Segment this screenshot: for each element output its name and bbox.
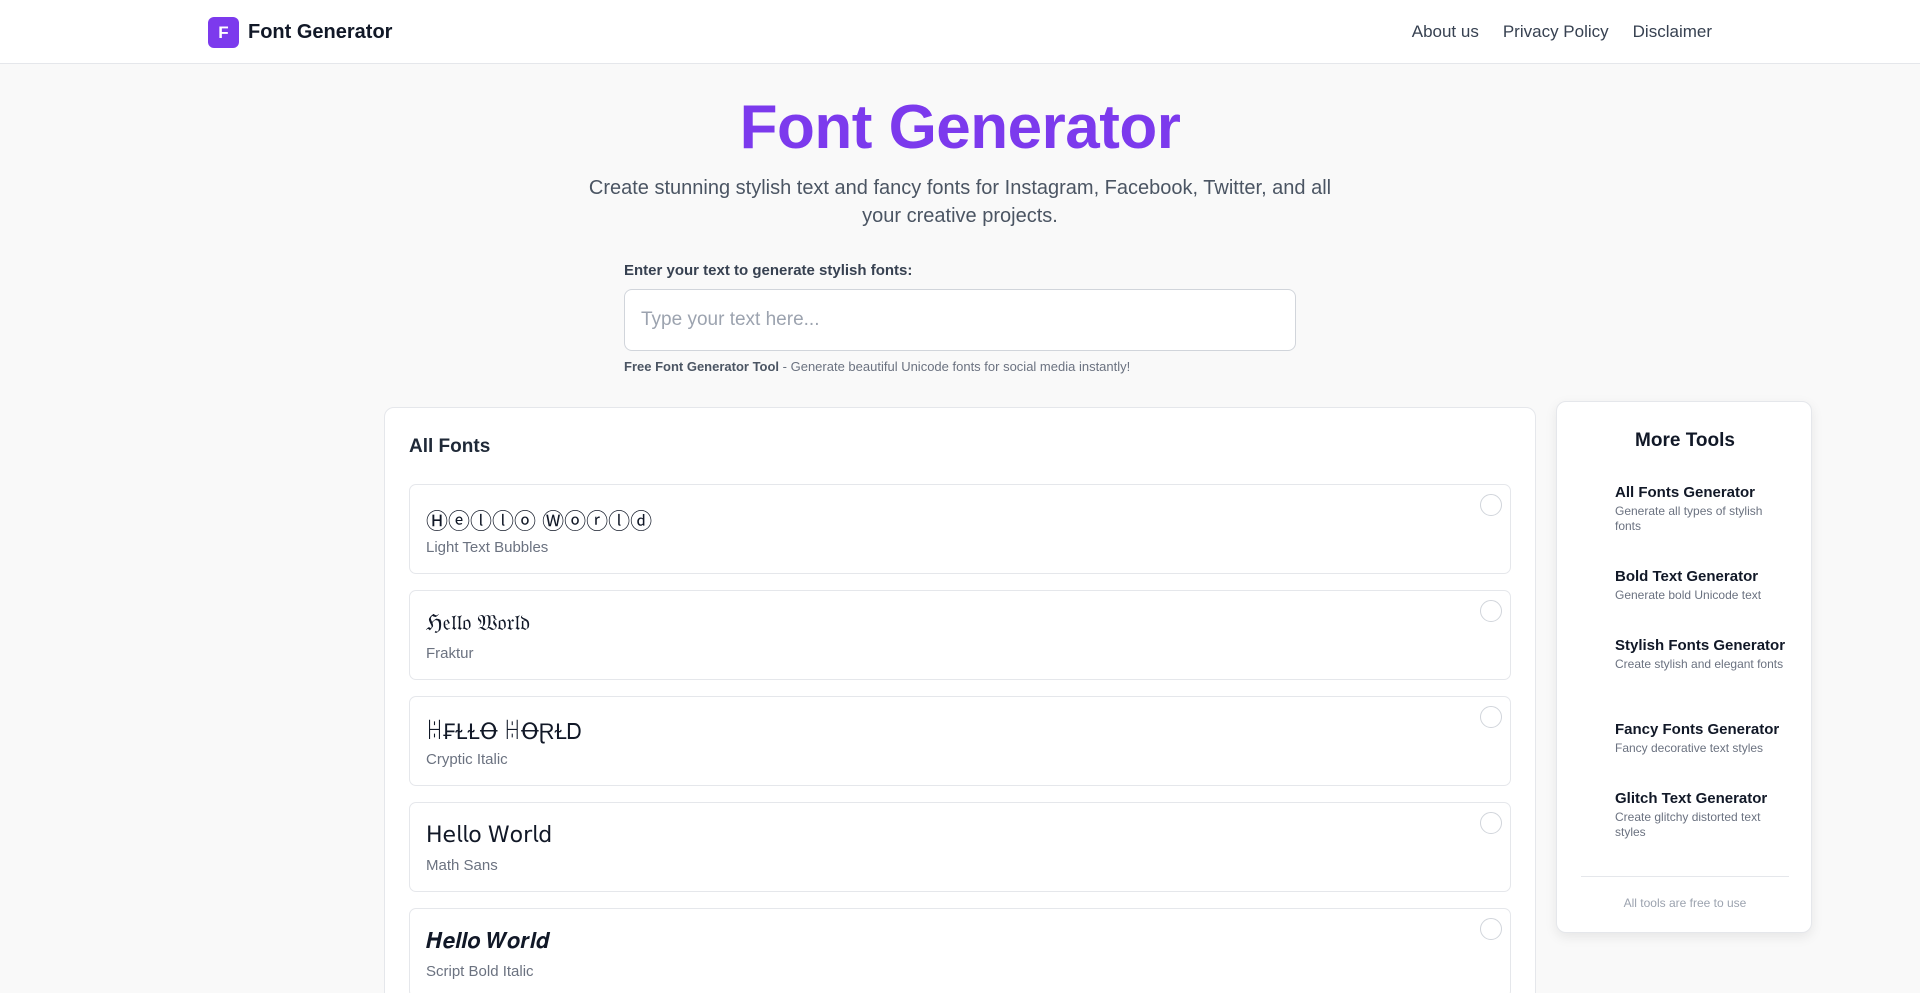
text-input[interactable] xyxy=(624,289,1296,351)
page-title: Font Generator xyxy=(739,93,1181,162)
tool-name: Bold Text Generator xyxy=(1615,568,1759,585)
tool-stylish-fonts-generator[interactable]: Stylish Fonts Generator Create stylish a… xyxy=(1575,637,1795,693)
font-card[interactable]: 𝑯𝒆𝒍𝒍𝒐 𝑾𝒐𝒓𝒍𝒅 Script Bold Italic xyxy=(409,908,1511,993)
font-card[interactable]: 𝖧𝖾𝗅𝗅𝗈 𝖶𝗈𝗋𝗅𝖽 Math Sans xyxy=(409,802,1511,892)
copy-button[interactable] xyxy=(1480,918,1502,940)
tool-desc: Generate all types of stylish fonts xyxy=(1615,504,1763,533)
font-sample: Ⓗⓔⓛⓛⓞ Ⓦⓞⓡⓛⓓ xyxy=(426,509,653,534)
tool-desc: Fancy decorative text styles xyxy=(1615,741,1764,755)
font-card[interactable]: ꀍ₣ⱢⱢꝊ ꀍꝊⱤⱢᎠ Cryptic Italic xyxy=(409,696,1511,786)
font-name: Cryptic Italic xyxy=(426,751,508,768)
sidebar-footer-note: All tools are free to use xyxy=(1623,896,1747,910)
more-tools-panel: More Tools All Fonts Generator Generate … xyxy=(1556,401,1812,933)
tool-name: All Fonts Generator xyxy=(1615,484,1756,501)
tool-bold-text-generator[interactable]: Bold Text Generator Generate bold Unicod… xyxy=(1575,568,1795,612)
font-name: Fraktur xyxy=(426,645,474,662)
tool-name: Glitch Text Generator xyxy=(1615,790,1768,807)
tool-desc: Create glitchy distorted text styles xyxy=(1615,810,1761,839)
copy-button[interactable] xyxy=(1480,812,1502,834)
brand-link[interactable]: F Font Generator xyxy=(208,17,392,48)
tool-desc: Generate bold Unicode text xyxy=(1615,588,1762,602)
nav-disclaimer[interactable]: Disclaimer xyxy=(1633,22,1712,42)
fonts-heading: All Fonts xyxy=(409,436,491,457)
font-name: Light Text Bubbles xyxy=(426,539,549,556)
fonts-panel: All Fonts Ⓗⓔⓛⓛⓞ Ⓦⓞⓡⓛⓓ Light Text Bubbles… xyxy=(384,407,1536,993)
brand-name: Font Generator xyxy=(248,21,393,43)
tool-fancy-fonts-generator[interactable]: Fancy Fonts Generator Fancy decorative t… xyxy=(1575,721,1795,765)
tool-desc: Create stylish and elegant fonts xyxy=(1615,657,1784,671)
font-sample: 𝑯𝒆𝒍𝒍𝒐 𝑾𝒐𝒓𝒍𝒅 xyxy=(426,928,550,953)
more-tools-title: More Tools xyxy=(1635,430,1735,451)
copy-button[interactable] xyxy=(1480,600,1502,622)
font-sample: ℌ𝔢𝔩𝔩𝔬 𝔚𝔬𝔯𝔩𝔡 xyxy=(426,610,531,635)
text-input-label: Enter your text to generate stylish font… xyxy=(624,262,913,279)
nav-privacy-policy[interactable]: Privacy Policy xyxy=(1503,22,1609,42)
hint-text: - Generate beautiful Unicode fonts for s… xyxy=(779,359,1131,374)
copy-button[interactable] xyxy=(1480,494,1502,516)
nav-about-us[interactable]: About us xyxy=(1412,22,1479,42)
sidebar-divider xyxy=(1581,876,1789,877)
font-sample: 𝖧𝖾𝗅𝗅𝗈 𝖶𝗈𝗋𝗅𝖽 xyxy=(426,822,553,847)
tool-hint: Free Font Generator Tool - Generate beau… xyxy=(624,359,1130,374)
main-nav: About us Privacy Policy Disclaimer xyxy=(1412,22,1712,42)
tool-glitch-text-generator[interactable]: Glitch Text Generator Create glitchy dis… xyxy=(1575,790,1795,846)
hint-bold: Free Font Generator Tool xyxy=(624,359,780,374)
page-subtitle: Create stunning stylish text and fancy f… xyxy=(588,177,1332,227)
top-navbar: F Font Generator About us Privacy Policy… xyxy=(0,0,1920,64)
brand-logo-icon: F xyxy=(208,17,239,48)
copy-button[interactable] xyxy=(1480,706,1502,728)
font-card[interactable]: ℌ𝔢𝔩𝔩𝔬 𝔚𝔬𝔯𝔩𝔡 Fraktur xyxy=(409,590,1511,680)
font-sample: ꀍ₣ⱢⱢꝊ ꀍꝊⱤⱢᎠ xyxy=(426,719,582,744)
font-name: Math Sans xyxy=(426,857,498,874)
tool-name: Fancy Fonts Generator xyxy=(1615,721,1780,738)
font-card[interactable]: Ⓗⓔⓛⓛⓞ Ⓦⓞⓡⓛⓓ Light Text Bubbles xyxy=(409,484,1511,574)
tool-name: Stylish Fonts Generator xyxy=(1615,637,1786,654)
font-name: Script Bold Italic xyxy=(426,963,534,980)
tool-all-fonts-generator[interactable]: All Fonts Generator Generate all types o… xyxy=(1575,484,1795,540)
